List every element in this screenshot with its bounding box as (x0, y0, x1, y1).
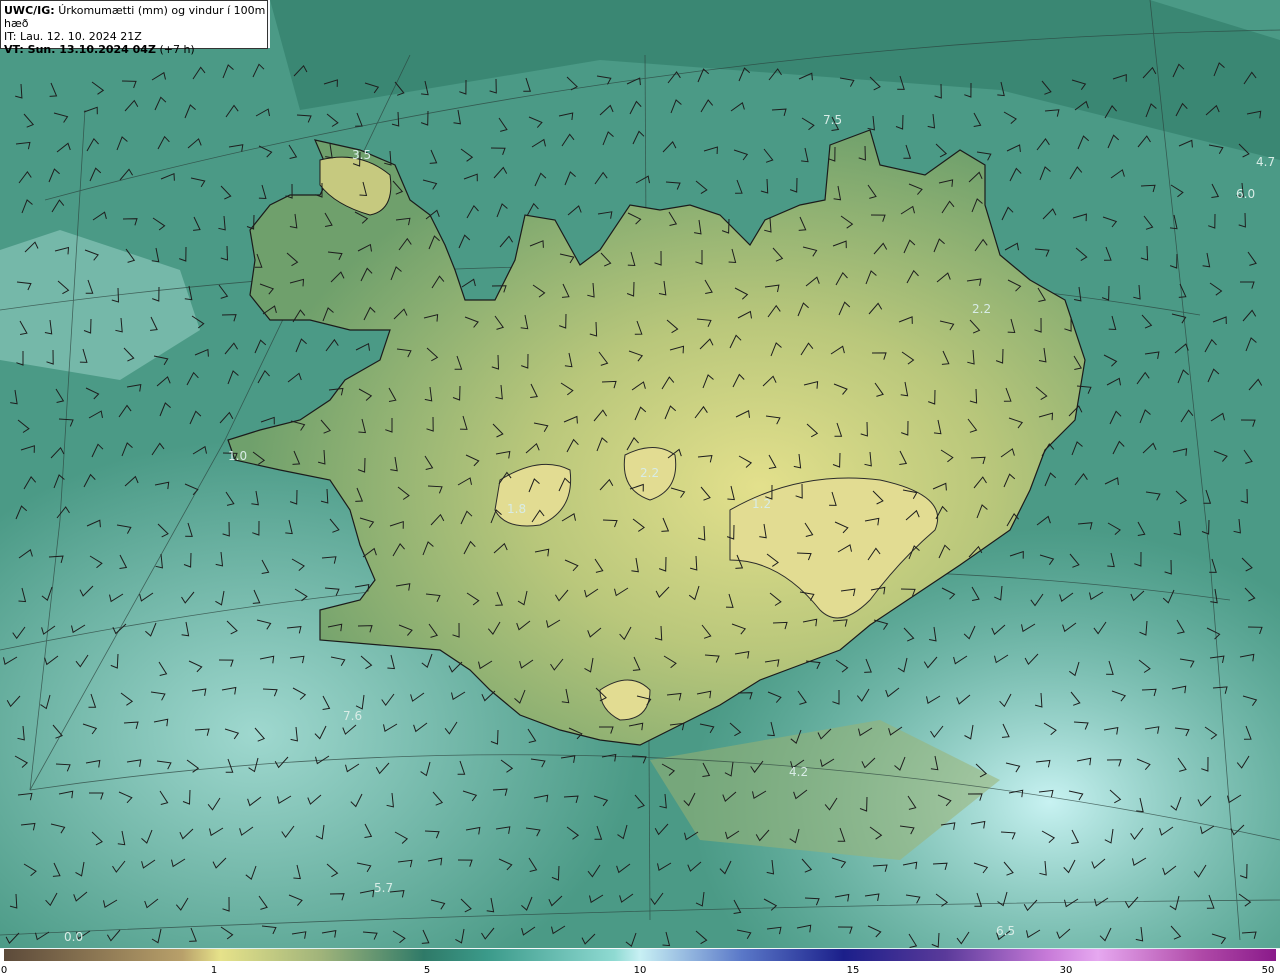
colorbar-tick: 0 (0, 965, 8, 976)
colorbar-gradient (4, 949, 1276, 961)
map-label: 1.0 (228, 449, 247, 463)
map-label: 6.0 (1236, 187, 1255, 201)
colorbar-tick: 5 (423, 965, 431, 976)
legend-lead-time: (+7 h) (159, 43, 195, 56)
map-label: 4.2 (789, 765, 808, 779)
colorbar-tick: 10 (633, 965, 647, 976)
colorbar-tick: 15 (846, 965, 860, 976)
map-label: 3.5 (352, 148, 371, 162)
weather-map: 7.5 3.5 4.7 6.0 2.2 1.0 1.2 1.8 2.2 7.6 … (0, 0, 1280, 978)
map-legend: UWC/IG: Úrkomumætti (mm) og vindur í 100… (0, 0, 268, 56)
map-label: 2.2 (972, 302, 991, 316)
legend-valid-time: VT: Sun. 13.10.2024 04Z (4, 43, 156, 56)
map-label: 7.5 (823, 113, 842, 127)
colorbar: 0 1 5 10 15 30 50 (0, 949, 1280, 978)
legend-init-time: IT: Lau. 12. 10. 2024 21Z (4, 30, 142, 43)
map-label: 6.5 (996, 924, 1015, 938)
legend-valid-time-line: VT: Sun. 13.10.2024 04Z (+7 h) (4, 43, 267, 56)
map-label: 7.6 (343, 709, 362, 723)
colorbar-tick: 30 (1059, 965, 1073, 976)
map-label: 4.7 (1256, 155, 1275, 169)
map-label: 2.2 (640, 466, 659, 480)
colorbar-tick: 50 (1261, 965, 1275, 976)
legend-model: UWC/IG: (4, 4, 55, 17)
map-stage: 7.5 3.5 4.7 6.0 2.2 1.0 1.2 1.8 2.2 7.6 … (0, 0, 1280, 978)
map-label: 1.2 (752, 497, 771, 511)
map-label: 0.0 (64, 930, 83, 944)
map-label: 1.8 (507, 502, 526, 516)
legend-title-line: UWC/IG: Úrkomumætti (mm) og vindur í 100… (4, 4, 267, 30)
map-label: 5.7 (374, 881, 393, 895)
colorbar-tick: 1 (210, 965, 218, 976)
